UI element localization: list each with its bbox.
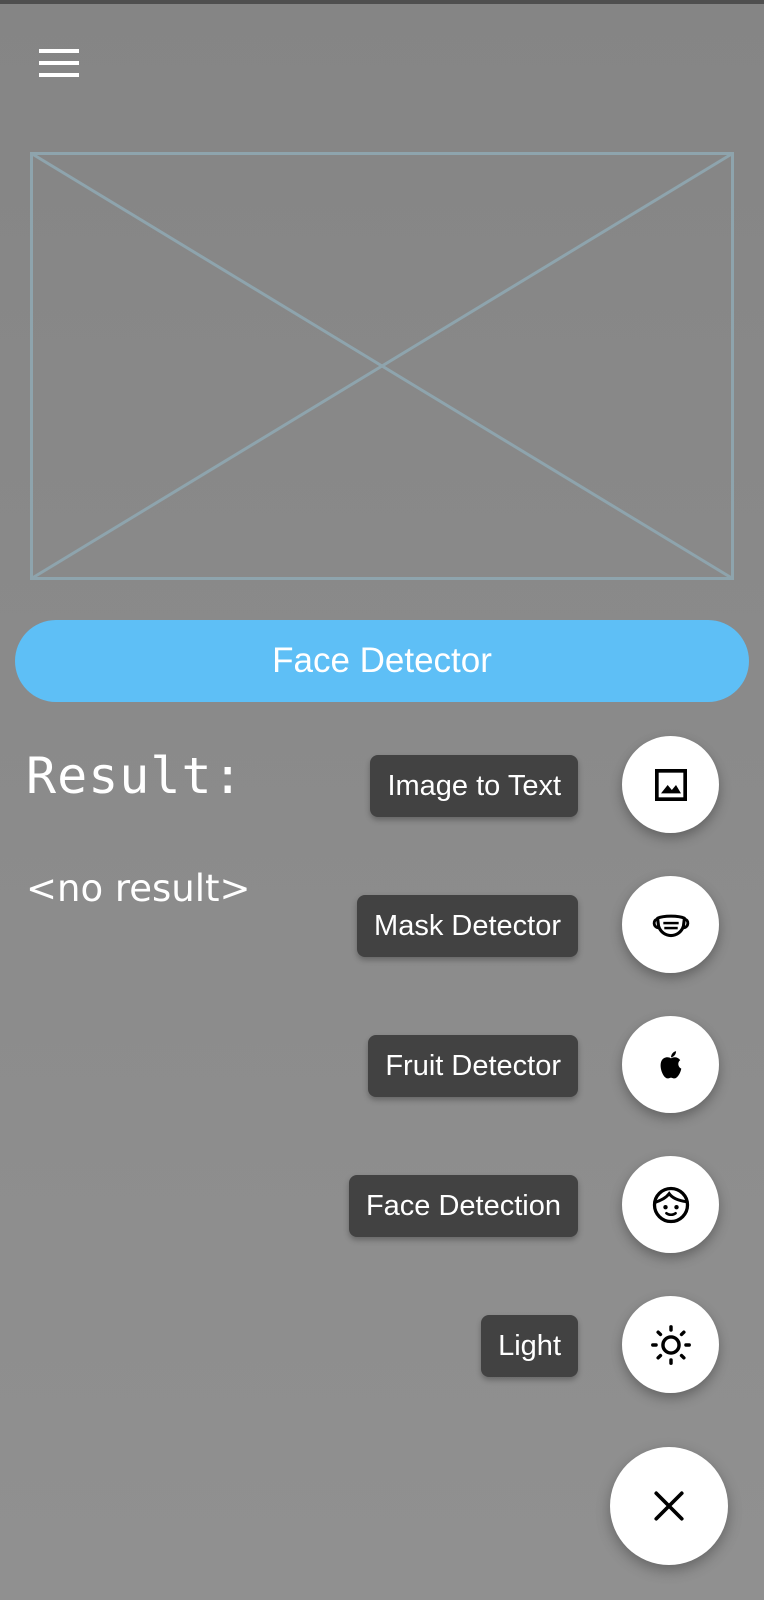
mask-detector-label[interactable]: Mask Detector xyxy=(357,895,578,957)
image-to-text-button[interactable] xyxy=(622,736,719,833)
light-button[interactable] xyxy=(622,1296,719,1393)
close-icon xyxy=(652,1489,686,1523)
face-detection-button[interactable] xyxy=(622,1156,719,1253)
mask-detector-button[interactable] xyxy=(622,876,719,973)
top-edge xyxy=(0,0,764,4)
mask-icon xyxy=(648,902,694,948)
image-icon xyxy=(651,765,691,805)
sun-icon xyxy=(648,1322,694,1368)
result-text: <no result> xyxy=(26,867,251,910)
hamburger-menu-icon xyxy=(39,49,79,77)
fruit-detector-button[interactable] xyxy=(622,1016,719,1113)
image-placeholder xyxy=(30,152,734,580)
apple-icon xyxy=(652,1046,690,1084)
face-icon xyxy=(649,1183,693,1227)
image-to-text-label[interactable]: Image to Text xyxy=(370,755,578,817)
face-detection-label[interactable]: Face Detection xyxy=(348,1175,578,1237)
speed-dial-toggle-button[interactable] xyxy=(610,1447,728,1565)
fruit-detector-label[interactable]: Fruit Detector xyxy=(368,1035,578,1097)
menu-button[interactable] xyxy=(30,40,88,86)
face-detector-button[interactable]: Face Detector xyxy=(15,620,749,702)
light-label[interactable]: Light xyxy=(481,1315,578,1377)
result-title: Result: xyxy=(26,747,244,805)
